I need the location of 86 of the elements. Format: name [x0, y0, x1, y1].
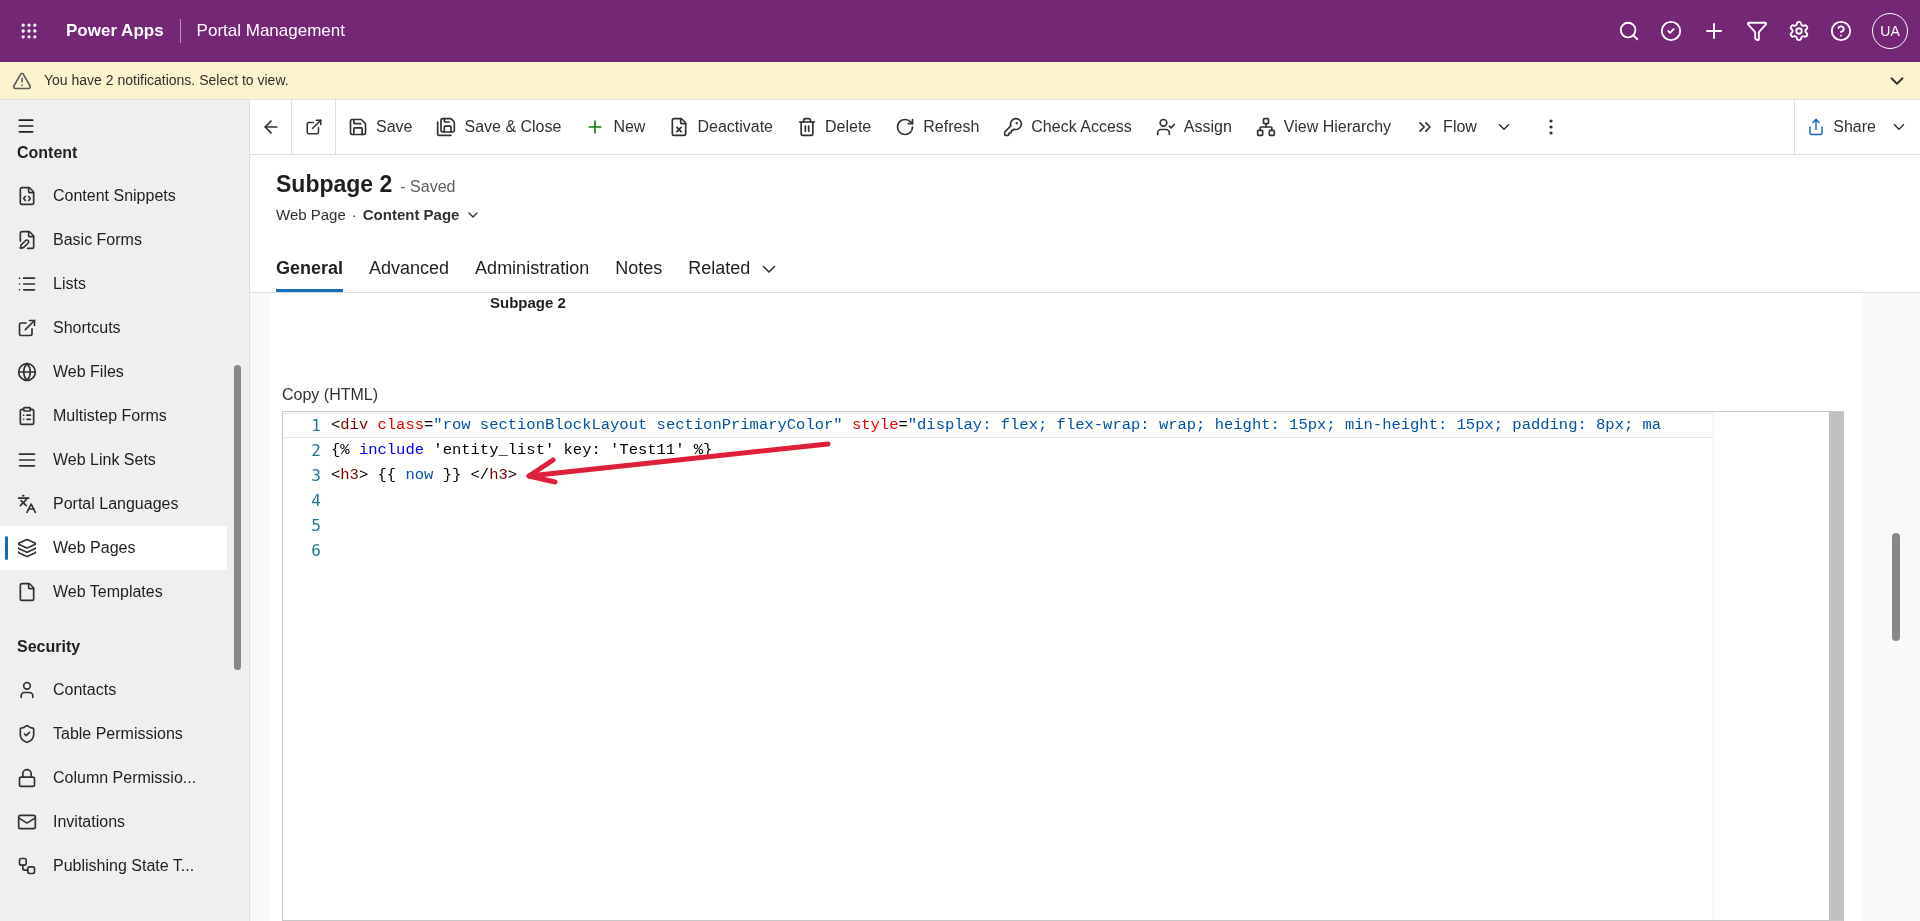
tab[interactable]: Notes — [615, 248, 663, 292]
toolbar-button[interactable]: Deactivate — [657, 107, 785, 147]
trash-icon — [797, 117, 817, 137]
share-icon — [1807, 118, 1826, 136]
form-icon — [17, 230, 37, 250]
layers-icon — [17, 538, 37, 558]
file-icon — [17, 582, 37, 602]
sidebar-item[interactable]: Web Link Sets — [0, 438, 227, 482]
tab[interactable]: Related — [688, 248, 777, 292]
notification-bar[interactable]: You have 2 notifications. Select to view. — [0, 62, 1920, 100]
list-icon — [17, 274, 37, 294]
external-link-icon — [304, 118, 323, 136]
sidebar-item[interactable]: Content Snippets — [0, 174, 227, 218]
notification-text: You have 2 notifications. Select to view. — [44, 71, 289, 90]
toolbar-button[interactable]: Refresh — [883, 107, 992, 147]
sidebar-item[interactable]: Multistep Forms — [0, 394, 227, 438]
chevron-down-icon — [762, 264, 777, 273]
toolbar-button[interactable]: Flow — [1403, 107, 1525, 147]
sidebar-item[interactable]: Web Files — [0, 350, 227, 394]
record-title: Subpage 2 — [276, 170, 393, 199]
envelope-icon — [17, 812, 37, 832]
environment-name[interactable]: Portal Management — [180, 18, 345, 44]
hierarchy-icon — [1255, 117, 1276, 137]
sidebar-item[interactable]: Shortcuts — [0, 306, 227, 350]
toolbar-button[interactable]: Check Access — [991, 107, 1144, 147]
sidebar-item[interactable]: Table Permissions — [0, 712, 227, 756]
editor-scrollbar[interactable] — [1829, 412, 1843, 920]
line-number: 3 — [310, 464, 322, 487]
toolbar-button[interactable]: Assign — [1143, 107, 1244, 147]
sidebar-scrollbar[interactable] — [234, 365, 241, 670]
form-selector[interactable]: Content Page — [362, 203, 482, 226]
shield-icon — [17, 724, 37, 744]
toolbar-button[interactable]: Delete — [785, 107, 884, 147]
lines-icon — [17, 450, 37, 470]
toolbar-button[interactable]: Save — [336, 107, 425, 147]
sidebar-item[interactable]: Web Pages — [0, 526, 227, 570]
toolbar-button[interactable]: View Hierarchy — [1243, 107, 1404, 147]
toolbar-button[interactable]: New — [573, 107, 658, 147]
lock-icon — [17, 768, 37, 788]
workflow-icon — [17, 856, 37, 876]
sidebar-item[interactable]: Lists — [0, 262, 227, 306]
globe-file-icon — [17, 362, 37, 382]
code-line: <h3> {{ now }} </h3> — [331, 464, 518, 486]
save-status: - Saved — [400, 177, 456, 197]
tab[interactable]: Advanced — [369, 248, 450, 292]
app-name[interactable]: Power Apps — [58, 18, 180, 44]
sidebar-item[interactable]: Publishing State T... — [0, 844, 227, 888]
sidebar-section-title: Security — [16, 637, 82, 657]
separator-dot: · — [351, 204, 357, 225]
languages-icon — [17, 494, 37, 514]
warning-icon — [12, 70, 32, 91]
toolbar-button[interactable]: Save & Close — [424, 107, 574, 147]
refresh-icon — [895, 117, 916, 137]
field-label: Copy (HTML) — [282, 385, 379, 405]
user-check-icon — [1155, 117, 1176, 137]
code-line: <div class="row sectionBlockLayout sectionPrimaryColor" style="display: flex; flex-wrap: wrap; height: 15px; min-height: 15px; padding: 8px; ma — [331, 414, 1662, 436]
line-number: 5 — [310, 514, 322, 537]
sidebar-item[interactable]: Web Templates — [0, 570, 227, 614]
more-icon — [1548, 119, 1553, 135]
line-number: 2 — [310, 439, 322, 462]
sidebar-item[interactable]: Portal Languages — [0, 482, 227, 526]
page-scrollbar[interactable] — [1892, 533, 1900, 641]
entity-name: Web Page — [276, 204, 346, 225]
tab[interactable]: Administration — [475, 248, 590, 292]
checklist-icon — [17, 406, 37, 426]
line-number: 1 — [310, 414, 322, 437]
save-all-icon — [436, 117, 457, 137]
save-icon — [348, 117, 368, 137]
key-icon — [1003, 117, 1024, 137]
sidebar-section-title: Content — [16, 143, 79, 163]
file-x-icon — [669, 117, 690, 137]
share-button[interactable]: Share — [1794, 99, 1920, 155]
search-icon[interactable] — [1618, 20, 1640, 42]
target-check-icon[interactable] — [1660, 20, 1682, 42]
person-icon — [17, 680, 37, 700]
help-icon[interactable] — [1830, 20, 1852, 42]
field-value-text: Subpage 2 — [489, 293, 567, 313]
filter-icon[interactable] — [1746, 20, 1768, 42]
sidebar-item[interactable]: Basic Forms — [0, 218, 227, 262]
settings-icon[interactable] — [1788, 20, 1810, 42]
code-file-icon — [17, 186, 37, 206]
sidebar-item[interactable]: Contacts — [0, 668, 227, 712]
sidebar-item[interactable]: Invitations — [0, 800, 227, 844]
sidebar-item[interactable]: Column Permissio... — [0, 756, 227, 800]
line-number: 6 — [310, 539, 322, 562]
line-number: 4 — [310, 489, 322, 512]
